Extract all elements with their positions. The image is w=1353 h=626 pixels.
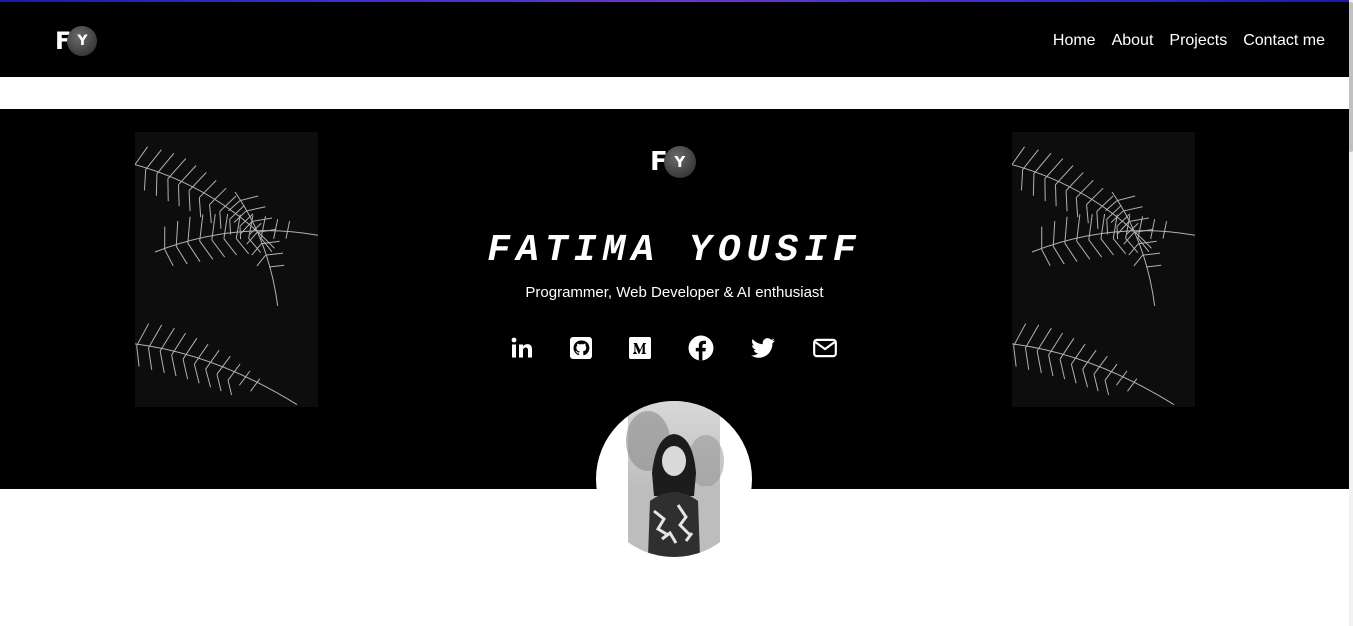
- hero-name: FATIMA YOUSIF: [487, 229, 862, 272]
- page-scrollbar[interactable]: [1349, 0, 1353, 626]
- site-logo[interactable]: F Y: [55, 26, 98, 56]
- nav-contact-link[interactable]: Contact me: [1243, 32, 1325, 50]
- social-links: [505, 333, 845, 363]
- navbar: F Y Home About Projects Contact me: [0, 2, 1349, 77]
- hero-logo: F Y: [650, 146, 696, 178]
- profile-photo: [596, 401, 752, 557]
- medium-icon[interactable]: [625, 333, 655, 363]
- nav-projects-link[interactable]: Projects: [1169, 32, 1227, 50]
- github-icon[interactable]: [566, 333, 596, 363]
- mail-icon[interactable]: [810, 333, 840, 363]
- linkedin-icon[interactable]: [507, 333, 537, 363]
- logo-letter-y: Y: [67, 26, 98, 56]
- nav-links: Home About Projects Contact me: [1053, 32, 1325, 50]
- hero-tagline: Programmer, Web Developer & AI enthusias…: [525, 284, 824, 301]
- nav-home-link[interactable]: Home: [1053, 32, 1096, 50]
- facebook-icon[interactable]: [686, 333, 716, 363]
- twitter-icon[interactable]: [748, 333, 778, 363]
- hero-logo-letter-y: Y: [663, 146, 696, 178]
- nav-about-link[interactable]: About: [1112, 32, 1154, 50]
- scrollbar-thumb[interactable]: [1349, 2, 1353, 152]
